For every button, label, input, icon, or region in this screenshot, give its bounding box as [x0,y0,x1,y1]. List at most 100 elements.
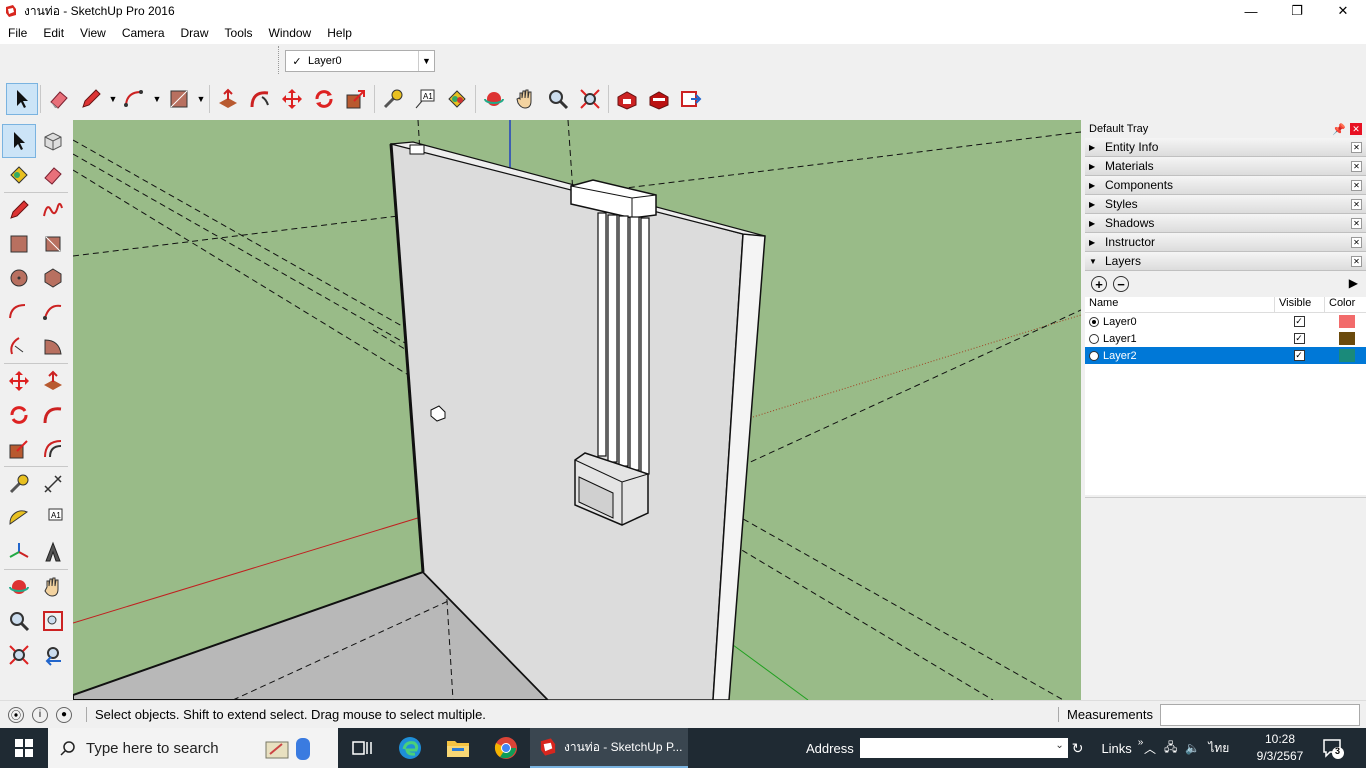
arc-button[interactable] [2,295,36,329]
previous-view-button[interactable] [36,638,70,672]
input-language[interactable]: ไทย [1208,739,1229,758]
pie-button[interactable] [36,329,70,363]
toolbar-grip[interactable] [278,46,281,74]
panel-shadows[interactable]: ▶ Shadows ✕ [1085,214,1366,233]
chrome-button[interactable] [482,728,530,768]
taskbar-clock[interactable]: 10:28 9/3/2567 [1254,731,1306,765]
scale-tool-button[interactable] [340,83,372,115]
menu-camera[interactable]: Camera [114,26,173,40]
layer-visible-checkbox[interactable]: ✓ [1293,316,1305,327]
freehand-button[interactable] [36,193,70,227]
layer-name[interactable]: Layer0 [1103,316,1273,328]
volume-icon[interactable]: 🔈 [1185,741,1200,755]
measurements-input[interactable] [1160,704,1360,726]
line-tool-button[interactable] [75,83,107,115]
polygon-button[interactable] [36,261,70,295]
left-zoom-button[interactable] [2,604,36,638]
panel-components[interactable]: ▶ Components ✕ [1085,176,1366,195]
start-button[interactable] [0,728,48,768]
edge-button[interactable] [386,728,434,768]
move-tool-button[interactable] [276,83,308,115]
panel-close-icon[interactable]: ✕ [1351,218,1362,229]
panel-layers[interactable]: ▼ Layers ✕ [1085,252,1366,271]
left-text-button[interactable]: A1 [36,501,70,535]
menu-view[interactable]: View [72,26,114,40]
menu-draw[interactable]: Draw [173,26,217,40]
task-view-button[interactable] [338,728,386,768]
menu-window[interactable]: Window [261,26,320,40]
push-pull-tool-button[interactable] [212,83,244,115]
layer-row[interactable]: Layer0 ✓ [1085,313,1366,330]
restore-button[interactable]: ❐ [1274,0,1320,22]
column-visible[interactable]: Visible [1275,297,1325,312]
model-scene[interactable] [73,120,1081,700]
credits-info-icon[interactable]: i [32,706,48,723]
user-account-icon[interactable]: ● [56,706,72,723]
delete-layer-icon[interactable]: − [1113,276,1129,292]
panel-close-icon[interactable]: ✕ [1351,180,1362,191]
send-to-layout-button[interactable] [675,83,707,115]
layer-visible-checkbox[interactable]: ✓ [1293,333,1305,344]
zoom-extents-tool-button[interactable] [574,83,606,115]
drawing-viewport[interactable] [73,120,1081,700]
file-explorer-button[interactable] [434,728,482,768]
menu-help[interactable]: Help [319,26,360,40]
layers-details-icon[interactable]: ▶ [1349,276,1358,290]
left-scale-button[interactable] [2,432,36,466]
line-tool-dropdown-icon[interactable]: ▼ [107,94,119,104]
panel-materials[interactable]: ▶ Materials ✕ [1085,157,1366,176]
panel-close-icon[interactable]: ✕ [1351,161,1362,172]
chevron-up-icon[interactable]: ︿ [1144,740,1156,757]
column-name[interactable]: Name [1085,297,1275,312]
menu-file[interactable]: File [0,26,35,40]
left-follow-me-button[interactable] [36,398,70,432]
notification-center-button[interactable]: 3 [1322,737,1344,759]
zoom-tool-button[interactable] [542,83,574,115]
arc-tool-dropdown-icon[interactable]: ▼ [151,94,163,104]
select-tool-button[interactable] [6,83,38,115]
left-zoom-extents-button[interactable] [2,638,36,672]
text-tool-button[interactable]: A1 [409,83,441,115]
make-component-button[interactable] [36,124,70,158]
layer-row[interactable]: Layer1 ✓ [1085,330,1366,347]
left-orbit-button[interactable] [2,570,36,604]
left-select-tool-button[interactable] [2,124,36,158]
offset-button[interactable] [36,432,70,466]
3d-warehouse-button[interactable] [611,83,643,115]
orbit-tool-button[interactable] [478,83,510,115]
active-layer-radio[interactable] [1089,333,1099,344]
menu-edit[interactable]: Edit [35,26,72,40]
3d-text-button[interactable] [36,535,70,569]
tray-close-icon[interactable]: ✕ [1350,123,1362,135]
layer-color-swatch[interactable] [1339,332,1355,345]
column-color[interactable]: Color [1325,297,1365,312]
left-push-pull-button[interactable] [36,364,70,398]
left-paint-bucket-button[interactable] [2,158,36,192]
three-point-arc-button[interactable] [2,329,36,363]
pin-icon[interactable]: 📌 [1332,123,1346,136]
shape-tool-button[interactable] [163,83,195,115]
zoom-window-button[interactable] [36,604,70,638]
layer-dropdown[interactable]: ✓ Layer0 ▼ [285,50,435,72]
left-tape-measure-button[interactable] [2,467,36,501]
menu-tools[interactable]: Tools [217,26,261,40]
panel-close-icon[interactable]: ✕ [1351,256,1362,267]
minimize-button[interactable]: — [1228,0,1274,22]
protractor-button[interactable] [2,501,36,535]
add-layer-icon[interactable]: + [1091,276,1107,292]
panel-close-icon[interactable]: ✕ [1351,199,1362,210]
rectangle-button[interactable] [2,227,36,261]
layer-name[interactable]: Layer1 [1103,333,1273,345]
active-layer-radio[interactable] [1089,350,1099,361]
two-point-arc-button[interactable] [36,295,70,329]
circle-button[interactable] [2,261,36,295]
active-layer-radio[interactable] [1089,316,1099,327]
axes-button[interactable] [2,535,36,569]
paint-bucket-tool-button[interactable] [441,83,473,115]
extension-warehouse-button[interactable] [643,83,675,115]
panel-close-icon[interactable]: ✕ [1351,142,1362,153]
panel-styles[interactable]: ▶ Styles ✕ [1085,195,1366,214]
left-rotate-button[interactable] [2,398,36,432]
panel-instructor[interactable]: ▶ Instructor ✕ [1085,233,1366,252]
geo-location-icon[interactable]: ⦿ [8,706,24,723]
